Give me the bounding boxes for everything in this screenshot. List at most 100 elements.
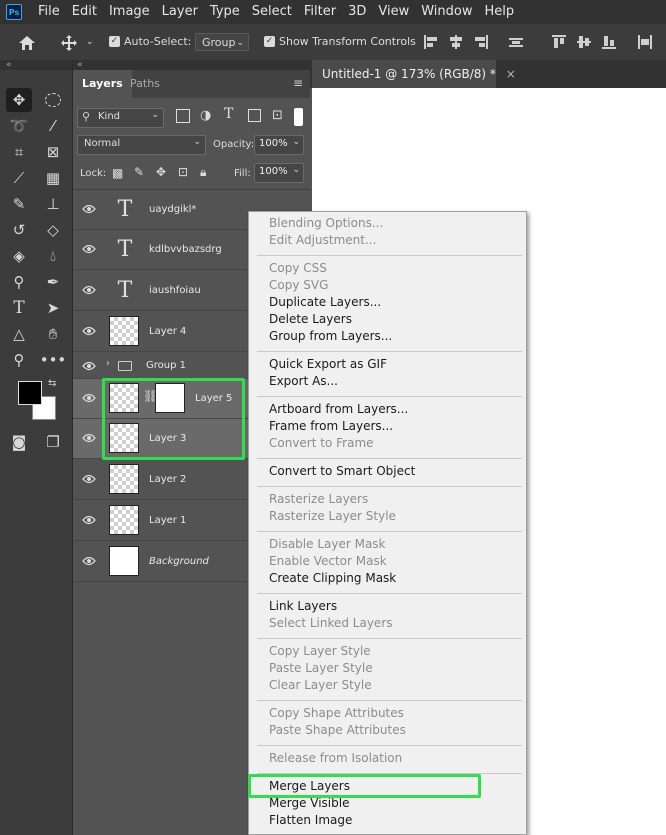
stamp-tool[interactable]: ⊥ bbox=[40, 192, 66, 216]
collapse-icon[interactable]: « bbox=[73, 60, 83, 70]
menu-item-frame-from-layers[interactable]: Frame from Layers... bbox=[269, 418, 393, 435]
panel-header[interactable]: « bbox=[73, 60, 310, 70]
brush-tool[interactable]: ✎ bbox=[6, 192, 32, 216]
lock-position-icon[interactable]: ✥ bbox=[156, 165, 166, 179]
menu-3d[interactable]: 3D bbox=[342, 0, 372, 24]
eye-icon[interactable] bbox=[82, 474, 96, 484]
filter-type-icon[interactable]: T bbox=[224, 106, 233, 122]
menu-select[interactable]: Select bbox=[246, 0, 298, 24]
eye-icon[interactable] bbox=[82, 244, 96, 254]
tab-paths[interactable]: Paths bbox=[121, 70, 169, 98]
align-left-icon[interactable] bbox=[424, 35, 438, 49]
collapse-icon[interactable]: « bbox=[0, 60, 12, 70]
menu-layer[interactable]: Layer bbox=[156, 0, 204, 24]
type-tool[interactable]: T bbox=[6, 296, 32, 320]
filter-smart-object-icon[interactable]: ⊡ bbox=[272, 108, 283, 123]
lock-artboard-icon[interactable]: ⊡ bbox=[178, 165, 188, 179]
align-middle-icon[interactable] bbox=[577, 35, 591, 49]
menu-item-quick-export-as-gif[interactable]: Quick Export as GIF bbox=[269, 356, 387, 373]
menu-window[interactable]: Window bbox=[415, 0, 478, 24]
menu-image[interactable]: Image bbox=[103, 0, 156, 24]
eye-icon[interactable] bbox=[82, 433, 96, 443]
menu-item-export-as[interactable]: Export As... bbox=[269, 373, 338, 390]
move-tool-icon[interactable] bbox=[60, 24, 78, 60]
quick-mask-button[interactable]: ◙ bbox=[6, 430, 32, 454]
home-icon[interactable] bbox=[18, 24, 36, 60]
path-select-tool[interactable]: ➤ bbox=[40, 296, 66, 320]
menu-view[interactable]: View bbox=[372, 0, 415, 24]
align-center-icon[interactable] bbox=[449, 35, 463, 49]
show-transform-checkbox[interactable]: ✓ bbox=[264, 36, 275, 47]
hand-tool[interactable]: ✋︎ bbox=[40, 322, 66, 346]
pen-tool[interactable]: ✒ bbox=[40, 270, 66, 294]
menu-item-convert-to-frame: Convert to Frame bbox=[269, 436, 374, 450]
frame-tool[interactable]: ⊠ bbox=[40, 140, 66, 164]
blend-mode-dropdown[interactable]: Normal ⌄ bbox=[77, 135, 206, 155]
filter-shape-icon[interactable] bbox=[248, 109, 261, 122]
eye-icon[interactable] bbox=[82, 393, 96, 403]
move-tool[interactable]: ✥ bbox=[6, 88, 32, 112]
blur-tool[interactable]: 💧︎ bbox=[40, 244, 66, 268]
patch-tool[interactable]: ▦ bbox=[40, 166, 66, 190]
paint-bucket-tool[interactable]: ◈ bbox=[6, 244, 32, 268]
menu-edit[interactable]: Edit bbox=[66, 0, 103, 24]
marquee-tool[interactable] bbox=[40, 88, 66, 112]
menu-type[interactable]: Type bbox=[204, 0, 246, 24]
panel-menu-icon[interactable]: ≡ bbox=[293, 76, 303, 90]
menu-file[interactable]: File bbox=[32, 0, 66, 24]
menu-item-link-layers[interactable]: Link Layers bbox=[269, 598, 337, 615]
menu-item-merge-layers[interactable]: Merge Layers bbox=[269, 778, 350, 795]
eyedropper-tool[interactable]: ⟋ bbox=[6, 166, 32, 190]
screen-mode-button[interactable]: ❐ bbox=[40, 430, 66, 454]
history-brush-tool[interactable]: ↺ bbox=[6, 218, 32, 242]
eye-icon[interactable] bbox=[82, 515, 96, 525]
align-distribute-icon[interactable] bbox=[638, 35, 652, 49]
toolbox-header[interactable]: « bbox=[0, 60, 72, 70]
document-tab[interactable]: Untitled-1 @ 173% (RGB/8) * × bbox=[312, 60, 516, 88]
opacity-field[interactable]: 100% ⌄ bbox=[254, 135, 304, 155]
foreground-color-swatch-top[interactable] bbox=[18, 381, 42, 405]
align-right-icon[interactable] bbox=[474, 35, 488, 49]
menu-filter[interactable]: Filter bbox=[298, 0, 342, 24]
eye-icon[interactable] bbox=[82, 204, 96, 214]
chevron-right-icon[interactable]: › bbox=[106, 358, 110, 369]
menu-item-group-from-layers[interactable]: Group from Layers... bbox=[269, 328, 392, 345]
align-top-icon[interactable] bbox=[552, 35, 566, 49]
layer-mask-thumbnail[interactable] bbox=[155, 383, 185, 413]
eye-icon[interactable] bbox=[82, 285, 96, 295]
zoom-tool[interactable]: ⚲ bbox=[6, 348, 32, 372]
eye-icon[interactable] bbox=[82, 326, 96, 336]
menu-item-artboard-from-layers[interactable]: Artboard from Layers... bbox=[269, 401, 408, 418]
dodge-tool[interactable]: ⚲ bbox=[6, 270, 32, 294]
lasso-tool[interactable]: ➰ bbox=[6, 114, 32, 138]
kind-filter-dropdown[interactable]: ⚲ Kind ⌄ bbox=[77, 108, 164, 128]
eye-icon[interactable] bbox=[82, 361, 96, 371]
lock-transparent-icon[interactable]: ▩ bbox=[112, 166, 123, 180]
lock-pixels-icon[interactable]: ✎ bbox=[134, 165, 144, 179]
align-bottom-icon[interactable] bbox=[602, 35, 616, 49]
shape-tool[interactable]: △ bbox=[6, 322, 32, 346]
distribute-icon[interactable] bbox=[509, 35, 523, 49]
lock-all-icon[interactable]: 🔒︎ bbox=[200, 165, 206, 180]
menu-help[interactable]: Help bbox=[479, 0, 521, 24]
more-tools[interactable]: ••• bbox=[40, 348, 67, 372]
filter-pixel-icon[interactable] bbox=[176, 109, 190, 123]
crop-tool[interactable]: ⌗ bbox=[6, 140, 32, 164]
magic-wand-tool[interactable]: ⁄ bbox=[40, 114, 66, 138]
menu-item-duplicate-layers[interactable]: Duplicate Layers... bbox=[269, 294, 381, 311]
filter-toggle[interactable] bbox=[294, 108, 303, 126]
auto-select-checkbox[interactable]: ✓ bbox=[109, 36, 120, 47]
filter-adjustment-icon[interactable]: ◑ bbox=[200, 108, 211, 123]
menu-item-create-clipping-mask[interactable]: Create Clipping Mask bbox=[269, 570, 396, 587]
menu-item-flatten-image[interactable]: Flatten Image bbox=[269, 812, 352, 829]
menu-item-merge-visible[interactable]: Merge Visible bbox=[269, 795, 349, 812]
close-icon[interactable]: × bbox=[506, 67, 516, 81]
auto-select-dropdown[interactable]: Group ⌄ bbox=[195, 33, 249, 51]
fill-field[interactable]: 100% ⌄ bbox=[254, 163, 304, 183]
eraser-tool[interactable]: ◇ bbox=[40, 218, 66, 242]
menu-item-convert-to-smart-object[interactable]: Convert to Smart Object bbox=[269, 463, 415, 480]
menu-item-delete-layers[interactable]: Delete Layers bbox=[269, 311, 352, 328]
eye-icon[interactable] bbox=[82, 556, 96, 566]
swap-colors-icon[interactable]: ⇆ bbox=[48, 378, 56, 389]
chevron-down-icon[interactable]: ⌄ bbox=[86, 24, 94, 60]
